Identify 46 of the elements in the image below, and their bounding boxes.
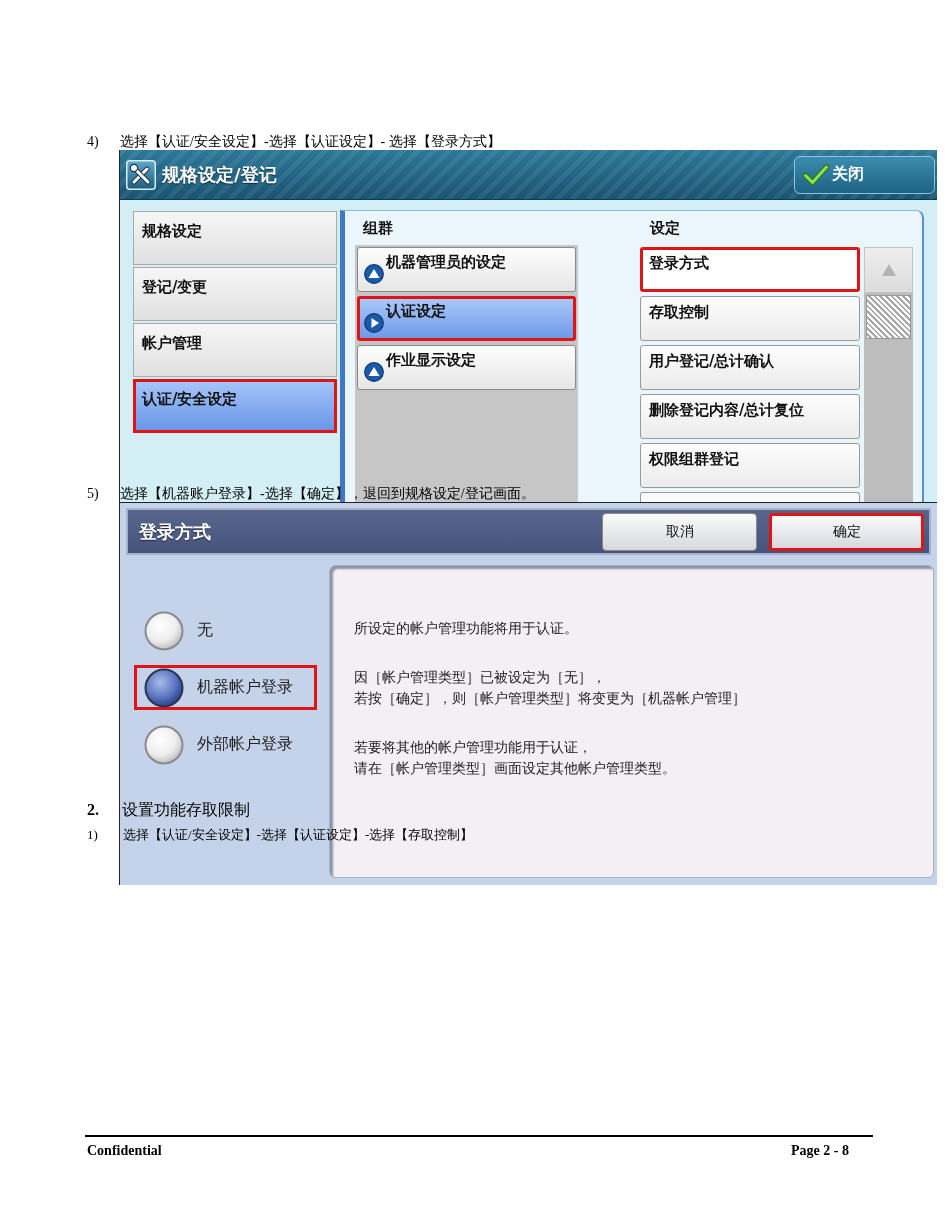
settings-item[interactable]: 登录方式: [640, 247, 860, 292]
settings-item[interactable]: 用户登记/总计确认: [640, 345, 860, 390]
close-button[interactable]: 关闭: [794, 155, 935, 194]
tools-icon: [126, 159, 156, 190]
scrollbar-thumb[interactable]: [866, 295, 911, 339]
up-arrow-circle-icon: [364, 362, 384, 382]
settings-item[interactable]: 存取控制: [640, 296, 860, 341]
settings-item[interactable]: 权限组群登记: [640, 443, 860, 488]
section-title: 设置功能存取限制: [122, 800, 250, 820]
window-title: 登录方式: [139, 519, 211, 544]
column-heading: 设定: [648, 217, 681, 239]
message-text: 若要将其他的帐户管理功能用于认证，: [354, 738, 592, 757]
cancel-button[interactable]: 取消: [602, 512, 757, 551]
step-instruction: 选择【认证/安全设定】-选择【认证设定】- 选择【登录方式】: [120, 133, 501, 150]
category-tab[interactable]: 规格设定: [133, 211, 337, 265]
radio-option[interactable]: 机器帐户登录: [134, 665, 317, 710]
step-number: 5): [87, 485, 100, 502]
up-arrow-icon: [881, 264, 896, 276]
scroll-up-button[interactable]: [864, 247, 913, 293]
up-arrow-circle-icon: [364, 264, 384, 284]
step-number: 1): [87, 826, 99, 843]
settings-item[interactable]: 删除登记内容/总计复位: [640, 394, 860, 439]
section-number: 2.: [87, 800, 100, 820]
column-heading: 组群: [362, 217, 394, 239]
window-title: 规格设定/登记: [162, 162, 277, 187]
message-text: 若按［确定］，则［帐户管理类型］将变更为［机器帐户管理］: [354, 689, 746, 708]
settings-item-edge[interactable]: [640, 492, 860, 502]
radio-option[interactable]: 外部帐户登录: [134, 722, 317, 767]
right-arrow-circle-icon: [364, 313, 384, 333]
category-tab[interactable]: 帐户管理: [133, 323, 337, 377]
step-number: 4): [87, 133, 100, 150]
message-text: 所设定的帐户管理功能将用于认证。: [354, 619, 578, 638]
category-tab[interactable]: 登记/变更: [133, 267, 337, 321]
message-text: 因［帐户管理类型］已被设定为［无］，: [354, 668, 606, 687]
group-item[interactable]: 认证设定: [357, 296, 576, 341]
message-text: 请在［帐户管理类型］画面设定其他帐户管理类型。: [354, 759, 676, 778]
radio-option[interactable]: 无: [134, 608, 317, 653]
step-instruction: 选择【机器账户登录】-选择【确定】，退回到规格设定/登记画面。: [120, 485, 535, 502]
group-item[interactable]: 机器管理员的设定: [357, 247, 576, 292]
footer-text: Confidential: [87, 1143, 162, 1159]
category-tab[interactable]: 认证/安全设定: [133, 379, 337, 433]
step-instruction: 选择【认证/安全设定】-选择【认证设定】-选择【存取控制】: [123, 826, 474, 843]
page-number: Page 2 - 8: [791, 1143, 849, 1159]
check-icon: [803, 163, 829, 186]
confirm-button[interactable]: 确定: [769, 512, 924, 551]
group-item[interactable]: 作业显示设定: [357, 345, 576, 390]
